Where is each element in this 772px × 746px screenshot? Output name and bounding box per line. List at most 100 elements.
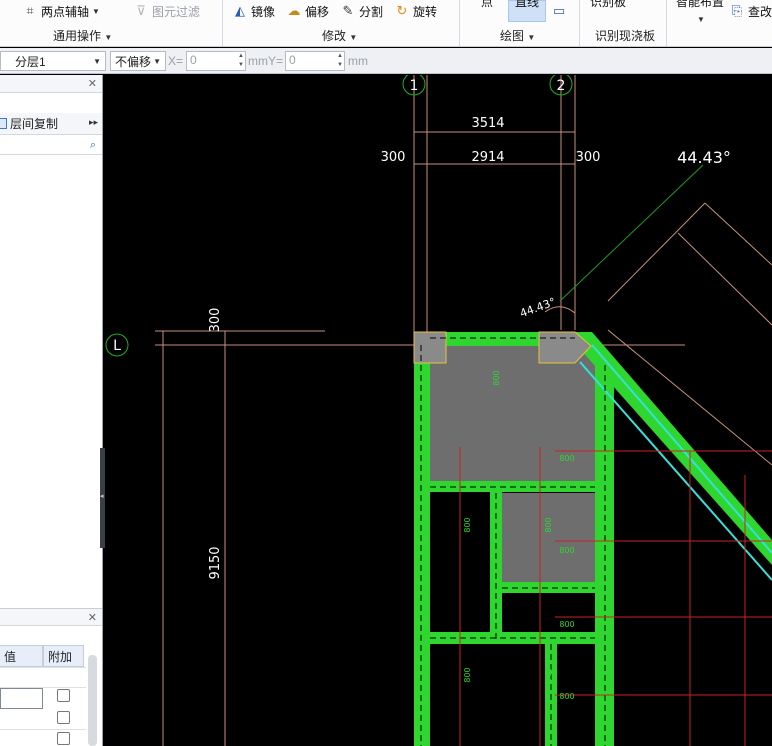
angle-label-small: 44.43° <box>518 295 557 320</box>
rebar-label: 800 <box>544 667 553 682</box>
search-input[interactable]: ⌕ <box>0 137 102 155</box>
rebar-label: 800 <box>463 517 472 532</box>
chevron-down-icon: ▼ <box>349 33 358 42</box>
offset-icon: ☁ <box>287 3 301 18</box>
group-identify-text: 识别现浇板 <box>595 29 656 43</box>
prop-extra-header-text: 附加 <box>48 649 73 664</box>
dim-3514: 3514 <box>471 116 504 131</box>
scrollbar[interactable] <box>88 655 97 746</box>
chevron-down-icon: ▼ <box>697 14 705 24</box>
layer-select[interactable]: 分层1 ▼ <box>0 51 106 71</box>
rebar-label: 800 <box>492 370 501 385</box>
double-chevron-right-icon[interactable]: ▸▸ <box>89 117 98 128</box>
collapse-arrow-icon: ◂ <box>100 493 104 500</box>
layer-select-value: 分层1 <box>15 54 46 69</box>
line-label: 直线 <box>515 0 540 9</box>
axis-label-1: 1 <box>410 78 419 94</box>
layer-copy-button[interactable]: 层间复制 ▸▸ <box>0 113 102 135</box>
offset-select-value: 不偏移 <box>115 54 152 69</box>
extra-checkbox[interactable] <box>57 732 70 745</box>
group-general-label: 通用操作 ▼ <box>53 27 112 44</box>
search-icon[interactable]: ⌕ <box>90 139 96 152</box>
ribbon-divider <box>579 0 580 46</box>
prop-value-header-text: 值 <box>4 649 17 664</box>
ribbon-divider <box>459 0 460 46</box>
ribbon: ⌗ 两点辅轴 ▼ ⊽ 图元过滤 通用操作 ▼ ◭ 镜像 ☁ 偏移 ✎ 分割 ↻ … <box>0 0 772 47</box>
split-label: 分割 <box>359 4 384 19</box>
offset-label: 偏移 <box>305 4 330 19</box>
group-draw-label: 绘图 ▼ <box>500 27 535 44</box>
rebar-label: 800 <box>559 546 574 555</box>
chevron-down-icon: ▼ <box>93 56 101 66</box>
prop-value-header: 值 <box>0 645 43 667</box>
chevron-down-icon: ▼ <box>527 33 536 42</box>
offset-select[interactable]: 不偏移 ▼ <box>110 51 166 71</box>
y-value: 0 <box>289 53 296 67</box>
property-panel-title: ✕ <box>0 608 102 626</box>
point-button[interactable]: 点 <box>481 0 493 10</box>
check-modify-button[interactable]: ⎘ 查改 <box>729 2 772 20</box>
chevron-down-icon: ▼ <box>153 56 161 66</box>
rotate-icon: ↻ <box>396 3 408 18</box>
prop-row-editing[interactable] <box>0 688 43 709</box>
group-modify-label: 修改 ▼ <box>322 27 357 44</box>
element-filter-label: 图元过滤 <box>152 4 201 19</box>
split-icon: ✎ <box>342 3 354 18</box>
ribbon-divider <box>666 0 667 46</box>
element-filter-button[interactable]: ⊽ 图元过滤 <box>133 2 200 20</box>
angle-label-big: 44.43° <box>677 148 731 167</box>
check-modify-icon: ⎘ <box>731 3 743 18</box>
rotate-button[interactable]: ↻ 旋转 <box>394 2 437 20</box>
chevron-down-icon: ▼ <box>104 33 113 42</box>
offset-button[interactable]: ☁ 偏移 <box>286 2 330 20</box>
dim-300-vertical: 300 <box>208 308 223 333</box>
axis-label-L: L <box>113 338 121 354</box>
extra-checkbox[interactable] <box>57 711 70 724</box>
identify-slab-button[interactable]: 识别板 <box>590 0 626 10</box>
drawing-area: 1 2 L 3514 2914 300 300 44.43° 44.43° 30… <box>105 75 772 746</box>
ribbon-divider <box>222 0 223 46</box>
dim-9150: 9150 <box>208 546 223 579</box>
copy-icon <box>0 118 7 129</box>
mirror-label: 镜像 <box>251 4 276 19</box>
filter-icon: ⊽ <box>136 3 146 18</box>
identify-slab-label: 识别板 <box>590 0 627 9</box>
property-toolbar: 分层1 ▼ 不偏移 ▼ X= 0 ▲ ▼ mmY= 0 ▲ ▼ mm <box>0 48 772 74</box>
close-icon[interactable]: ✕ <box>88 77 97 90</box>
dim-300-left: 300 <box>381 150 406 165</box>
panel-title-bar: ✕ <box>0 75 102 93</box>
y-input[interactable]: 0 ▲ ▼ <box>285 51 345 71</box>
smart-layout-label: 智能布置 <box>676 0 725 9</box>
mm-label: mm <box>348 54 368 68</box>
prop-row <box>0 709 86 730</box>
spinner-icon[interactable]: ▲ ▼ <box>337 52 343 70</box>
two-point-axis-button[interactable]: ⌗ 两点辅轴 ▼ <box>22 2 100 20</box>
prop-extra-header: 附加 <box>43 645 84 667</box>
split-button[interactable]: ✎ 分割 <box>340 2 383 20</box>
two-point-axis-label: 两点辅轴 <box>41 4 90 19</box>
close-icon[interactable]: ✕ <box>88 611 97 624</box>
rebar-label: 800 <box>559 620 574 629</box>
extra-checkbox[interactable] <box>57 689 70 702</box>
group-identify-label: 识别现浇板 <box>595 27 655 44</box>
rotate-label: 旋转 <box>413 4 438 19</box>
layer-copy-label: 层间复制 <box>10 117 59 131</box>
rect-draw-button[interactable]: ▭ <box>551 2 567 20</box>
rebar-label: 800 <box>544 517 553 532</box>
x-input[interactable]: 0 ▲ ▼ <box>186 51 246 71</box>
smart-layout-dropdown[interactable]: ▼ <box>697 10 705 28</box>
dim-300-right: 300 <box>576 150 601 165</box>
check-modify-label: 查改 <box>748 4 772 19</box>
rebar-label: 800 <box>463 667 472 682</box>
left-panel: ✕ 层间复制 ▸▸ ⌕ ✕ 值 附加 <box>0 75 103 746</box>
mirror-button[interactable]: ◭ 镜像 <box>232 2 275 20</box>
spinner-icon[interactable]: ▲ ▼ <box>238 52 244 70</box>
x-value: 0 <box>190 53 197 67</box>
line-button[interactable]: 直线 <box>515 0 539 10</box>
cad-canvas[interactable]: 1 2 L 3514 2914 300 300 44.43° 44.43° 30… <box>105 75 772 746</box>
axis-icon: ⌗ <box>26 3 34 18</box>
mirror-icon: ◭ <box>235 3 245 18</box>
smart-layout-button[interactable]: 智能布置 <box>676 0 724 10</box>
group-modify-text: 修改 <box>322 29 347 43</box>
rebar-label: 800 <box>559 692 574 701</box>
